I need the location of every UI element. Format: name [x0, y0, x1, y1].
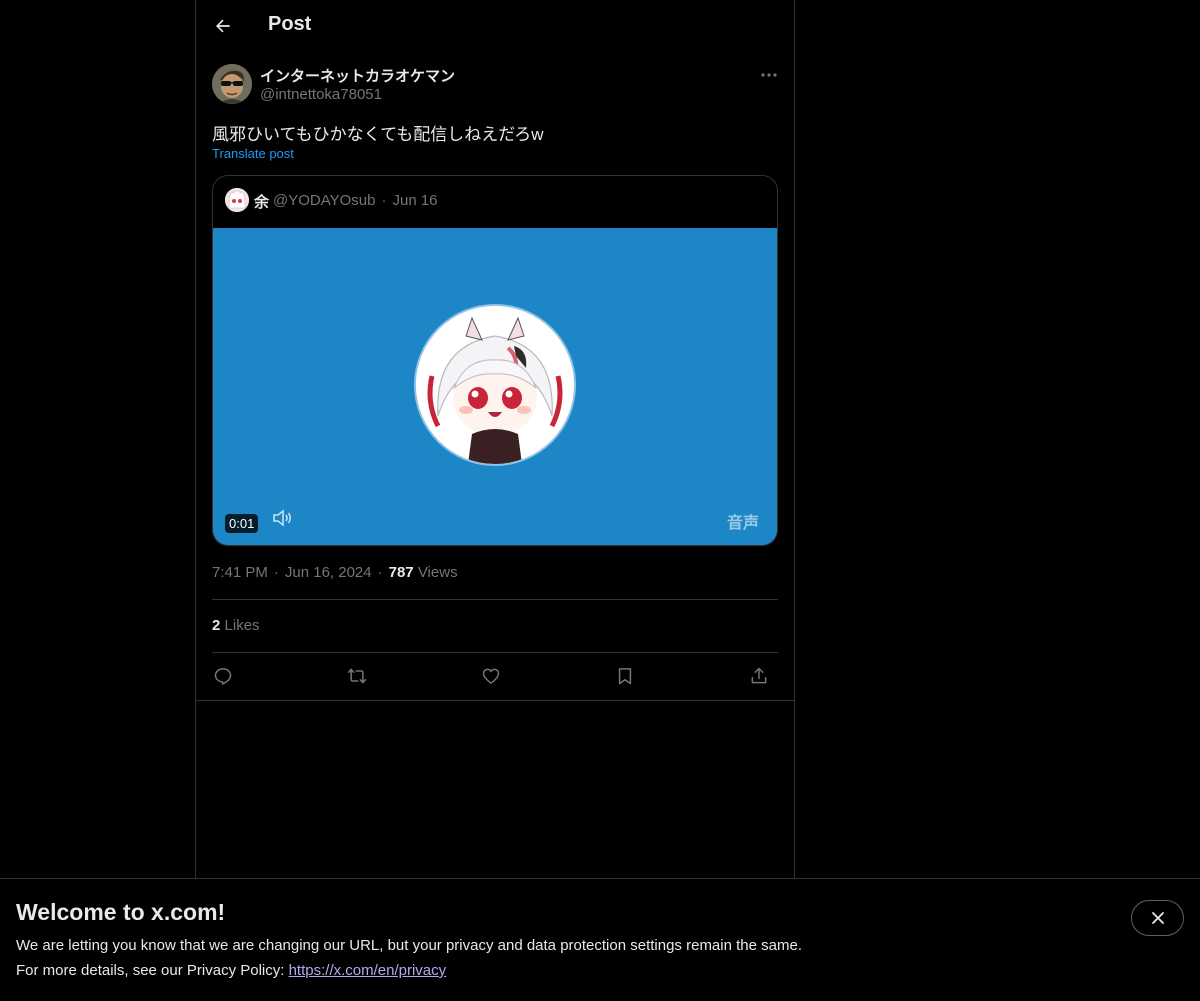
main-column: Post インターネットカラオケマン @intnettoka78051 風邪ひい… [195, 0, 795, 878]
post-text: 風邪ひいてもひかなくても配信しねえだろw [212, 125, 544, 144]
divider [212, 652, 778, 653]
post-time[interactable]: 7:41 PM [212, 564, 268, 581]
arrow-left-icon [215, 19, 230, 33]
banner-policy-text: For more details, see our Privacy Policy… [16, 962, 446, 979]
separator-dot: · [273, 564, 279, 581]
share-icon [751, 667, 767, 684]
quoted-author-name: 余 [254, 194, 270, 211]
privacy-policy-link[interactable]: https://x.com/en/privacy [289, 962, 447, 979]
banner-message: We are letting you know that we are chan… [16, 937, 802, 954]
action-bar [212, 662, 778, 690]
separator-dot: · [377, 564, 383, 581]
divider [212, 599, 778, 600]
page-title: Post [268, 13, 312, 35]
author-avatar[interactable] [212, 64, 252, 104]
bookmark-icon [618, 668, 632, 685]
post-date[interactable]: Jun 16, 2024 [285, 564, 372, 581]
close-icon [1151, 912, 1164, 924]
bookmark-button[interactable] [610, 662, 640, 690]
mute-button[interactable] [271, 506, 295, 530]
avatar-image [212, 64, 252, 104]
quoted-avatar-image [225, 188, 249, 212]
banner-policy-prefix: For more details, see our Privacy Policy… [16, 962, 289, 979]
likes-label: Likes [224, 617, 260, 634]
more-button[interactable] [754, 64, 784, 86]
quoted-author-avatar [225, 188, 249, 212]
reply-button[interactable] [208, 662, 238, 690]
author-handle[interactable]: @intnettoka78051 [260, 86, 382, 103]
reply-icon [214, 668, 232, 685]
like-icon [482, 668, 500, 684]
close-banner-button[interactable] [1131, 900, 1184, 936]
like-button[interactable] [476, 662, 506, 690]
repost-button[interactable] [342, 662, 372, 690]
divider [196, 700, 794, 701]
likes-link[interactable]: 2 Likes [212, 617, 260, 634]
quoted-author-meta: @YODAYOsub · Jun 16 [273, 192, 438, 209]
author-name[interactable]: インターネットカラオケマン [260, 65, 455, 86]
header: Post [196, 0, 794, 53]
chibi-character-image [416, 306, 574, 464]
quoted-post[interactable]: 余 @YODAYOsub · Jun 16 0:01 音声 [212, 175, 778, 546]
video-player[interactable]: 0:01 音声 [213, 228, 777, 545]
video-thumbnail-avatar [414, 304, 576, 466]
translate-post-link[interactable]: Translate post [212, 146, 294, 161]
quoted-author-handle: @YODAYOsub [273, 192, 376, 209]
audio-label: 音声 [727, 515, 760, 532]
video-duration: 0:01 [225, 514, 259, 533]
likes-count: 2 [212, 617, 221, 634]
volume-icon [273, 509, 292, 527]
more-icon [761, 73, 777, 77]
views-count: 787 [388, 564, 414, 581]
repost-icon [347, 668, 367, 684]
post-meta: 7:41 PM · Jun 16, 2024 · 787 Views [212, 564, 458, 581]
share-button[interactable] [744, 662, 774, 690]
banner-title: Welcome to x.com! [16, 899, 226, 925]
views-label: Views [417, 564, 458, 581]
url-change-banner: Welcome to x.com! We are letting you kno… [0, 878, 1200, 1001]
quoted-post-date: Jun 16 [392, 192, 438, 209]
separator-dot: · [381, 192, 387, 209]
back-button[interactable] [204, 7, 242, 45]
